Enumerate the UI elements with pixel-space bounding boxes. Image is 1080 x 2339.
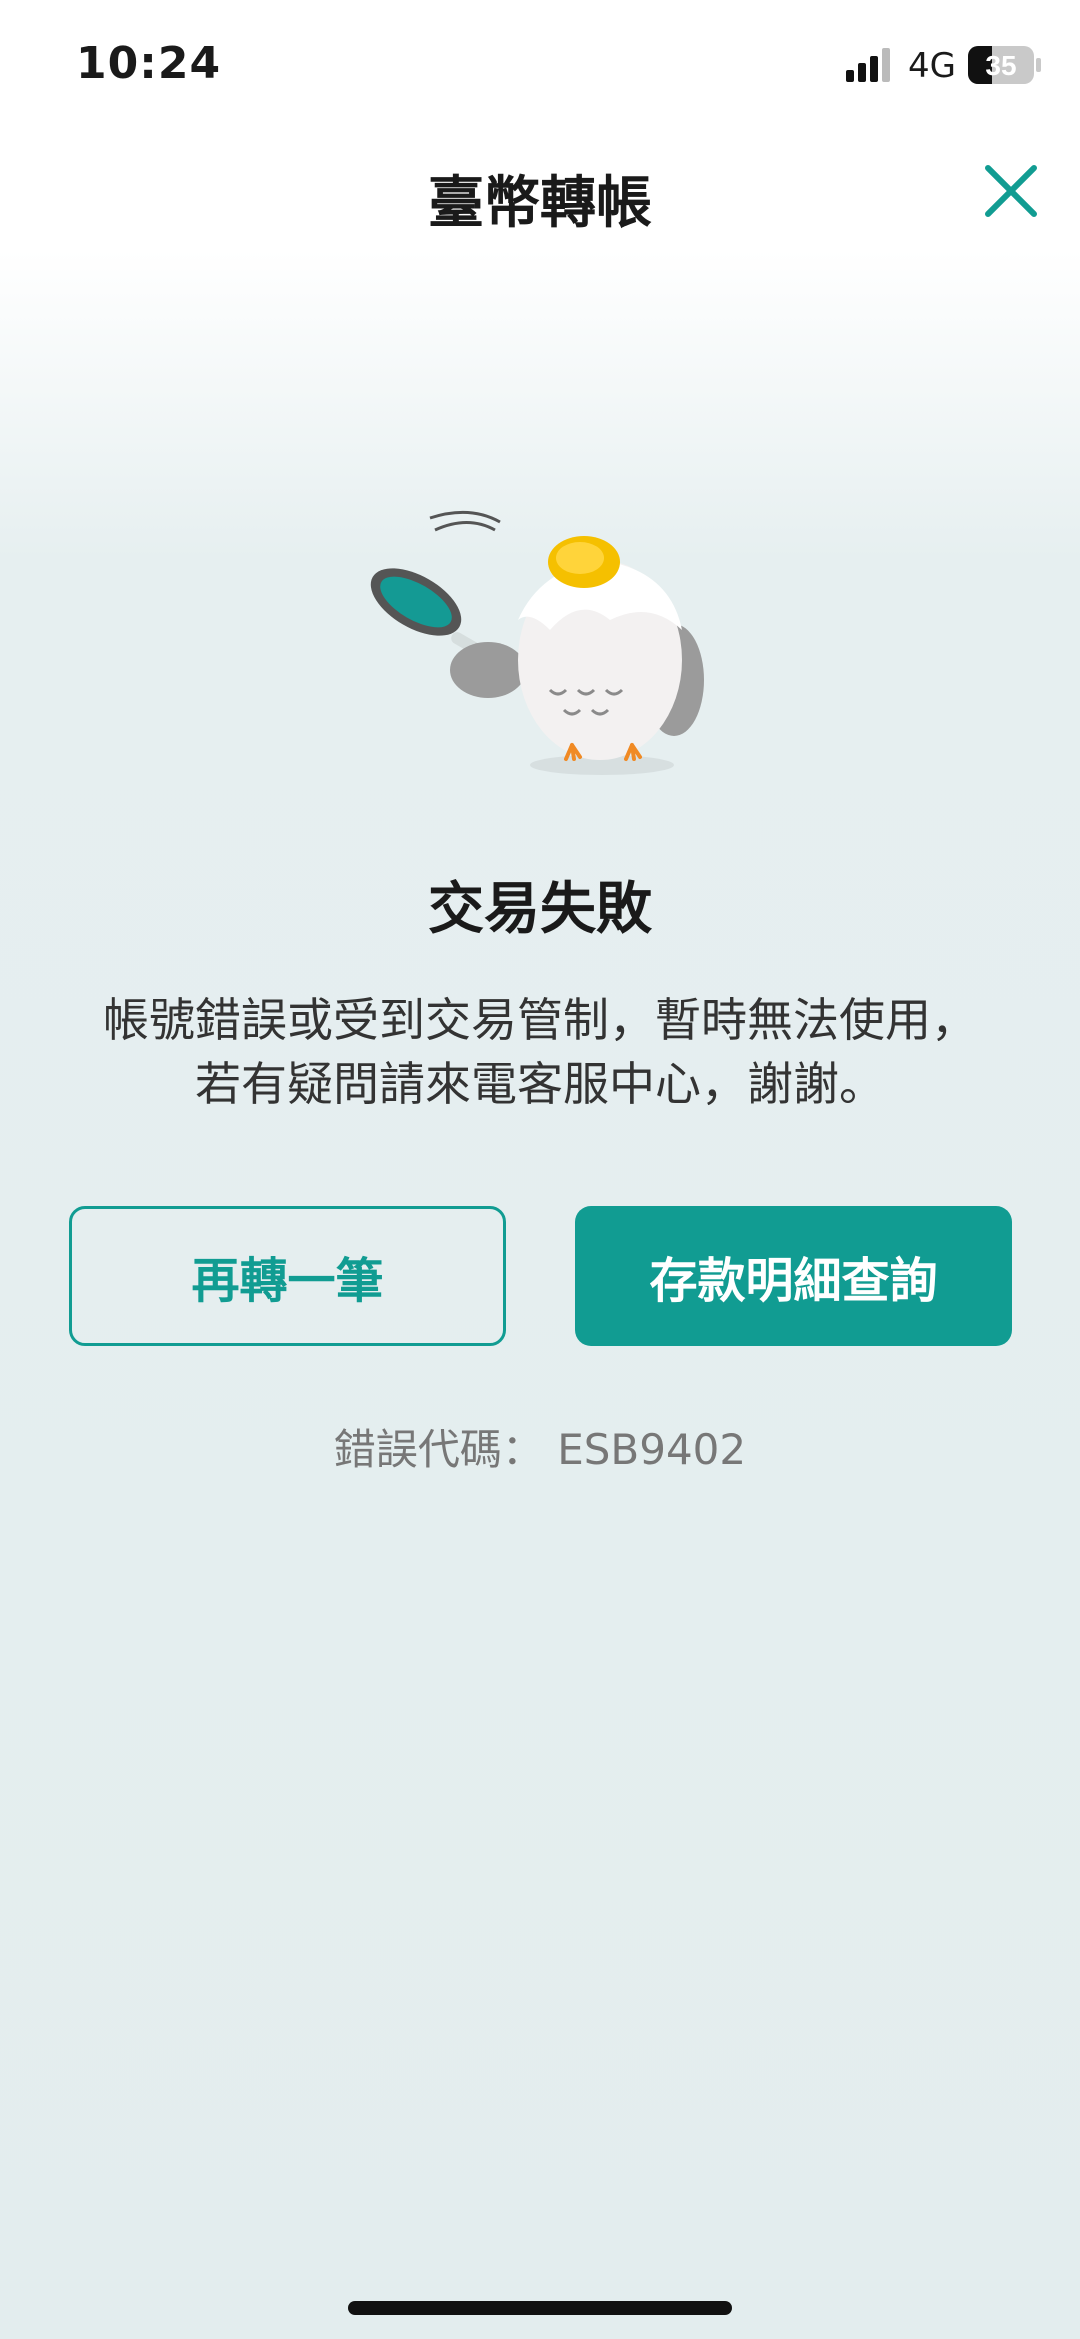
network-label: 4G (908, 46, 956, 86)
owl-frying-pan-illustration (370, 510, 704, 775)
battery-icon: 35 (968, 46, 1041, 84)
close-button[interactable] (978, 158, 1044, 224)
message-line-1: 帳號錯誤或受到交易管制，暫時無法使用， (103, 993, 977, 1047)
retry-transfer-button[interactable]: 再轉一筆 (69, 1206, 506, 1346)
battery-level: 35 (985, 50, 1016, 81)
close-icon (985, 165, 1037, 217)
header: 臺幣轉帳 (0, 140, 1080, 260)
result-title: 交易失敗 (428, 877, 652, 942)
signal-icon (846, 48, 890, 82)
status-time: 10:24 (76, 38, 222, 89)
error-code: 錯誤代碼： ESB9402 (333, 1425, 747, 1474)
home-indicator (348, 2301, 732, 2315)
error-message: 帳號錯誤或受到交易管制，暫時無法使用， 若有疑問請來電客服中心，謝謝。 (40, 988, 1040, 1116)
status-bar: 10:24 4G 35 (0, 0, 1080, 130)
deposit-details-button[interactable]: 存款明細查詢 (575, 1206, 1012, 1346)
page-title: 臺幣轉帳 (428, 171, 652, 236)
message-line-2: 若有疑問請來電客服中心，謝謝。 (195, 1057, 885, 1111)
